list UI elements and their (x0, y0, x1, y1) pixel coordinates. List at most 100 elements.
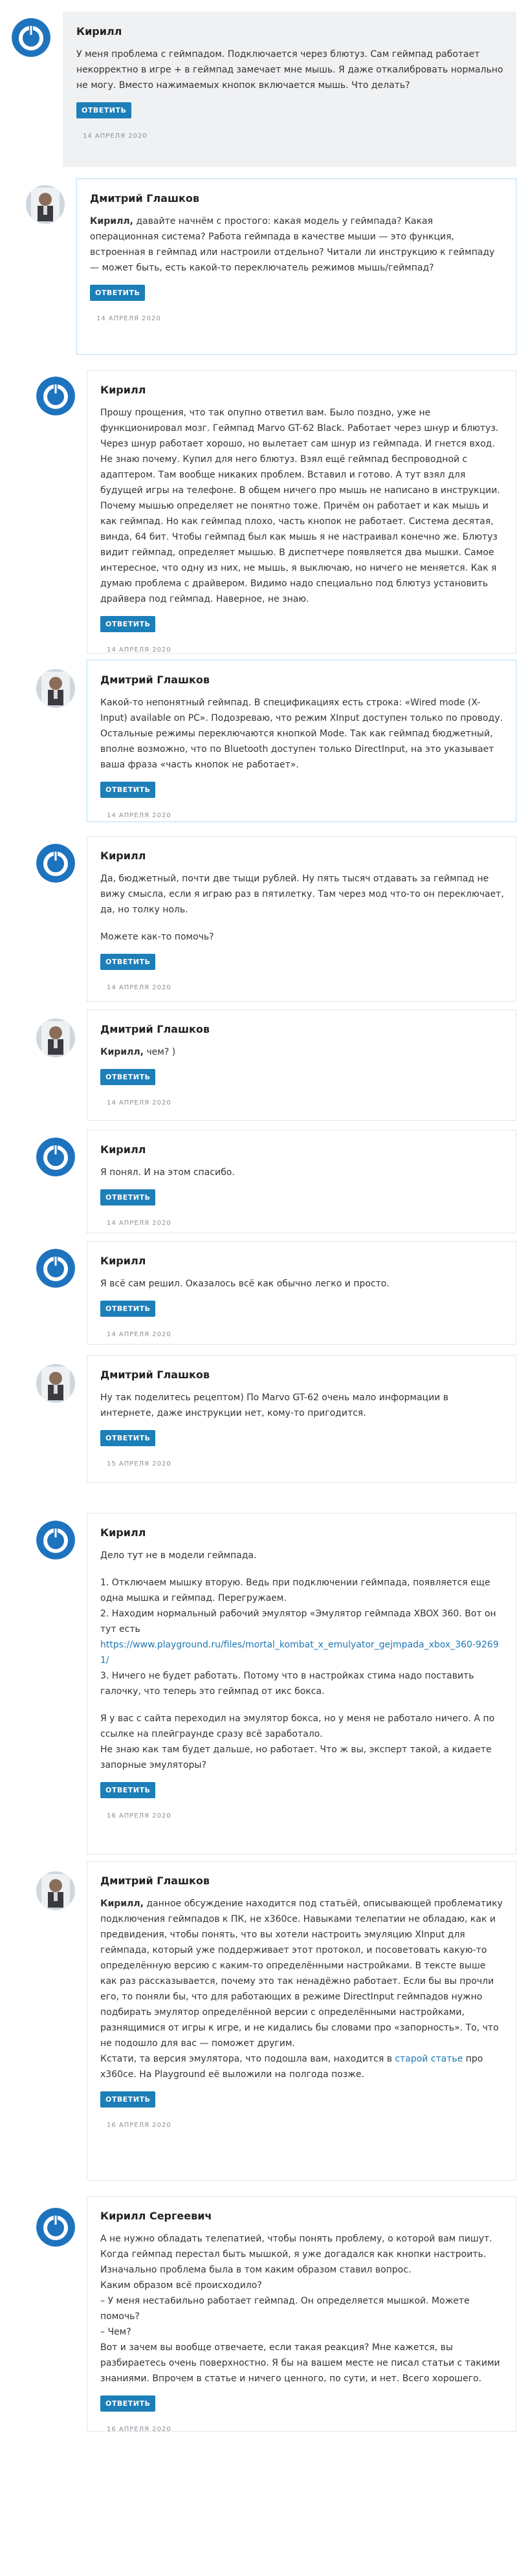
comment-card: Кирилл Дело тут не в модели геймпада. 1.… (87, 1513, 516, 1855)
comment-author: Дмитрий Глашков (100, 674, 210, 686)
comment-text: Ну так поделитесь рецептом) По Marvo GT-… (100, 1390, 504, 1421)
comment-paragraph: Я понял. И на этом спасибо. (100, 1167, 235, 1178)
comment-paragraph: Кирилл, давайте начнём с простого: какая… (90, 216, 495, 273)
author-photo-icon (36, 1018, 75, 1057)
comment: Кирилл Прошу прощения, что так опупно от… (0, 362, 528, 660)
comment-text: Кирилл, давайте начнём с простого: какая… (90, 214, 504, 276)
comment-paragraph: Кстати, та версия эмулятора, что подошла… (100, 2054, 483, 2080)
comment-date: 14 АПРЕЛЯ 2020 (107, 1220, 171, 1227)
comment-author: Дмитрий Глашков (100, 1875, 210, 1887)
avatar-dmitry (36, 1871, 75, 1910)
comment-text: Дело тут не в модели геймпада. 1. Отключ… (100, 1548, 504, 1773)
comment-paragraph: 2. Находим нормальный рабочий эмулятор «… (100, 1609, 496, 1635)
comment-date: 14 АПРЕЛЯ 2020 (96, 315, 161, 322)
comment-paragraph: 1. Отключаем мышку вторую. Ведь при подк… (100, 1578, 490, 1603)
comment-date: 14 АПРЕЛЯ 2020 (83, 133, 148, 140)
reply-button[interactable]: ОТВЕТИТЬ (100, 1301, 156, 1317)
avatar-dmitry (36, 1364, 75, 1403)
comment: Дмитрий Глашков Какой-то непонятный гейм… (0, 660, 528, 830)
comment-paragraph: У меня проблема с геймпадом. Подключаетс… (76, 49, 503, 91)
comment-card: Дмитрий Глашков Ну так поделитесь рецепт… (87, 1355, 516, 1483)
comment: Дмитрий Глашков Кирилл, давайте начнём с… (0, 172, 528, 362)
comment-card: Дмитрий Глашков Какой-то непонятный гейм… (87, 660, 516, 822)
comment-card: Кирилл У меня проблема с геймпадом. Подк… (63, 12, 516, 167)
avatar-dmitry (36, 669, 75, 708)
author-photo-icon (36, 1364, 75, 1403)
comment-author: Кирилл (100, 1526, 146, 1539)
comment-paragraph: А не нужно обладать телепатией, чтобы по… (100, 2234, 492, 2275)
comment-paragraph: Кирилл, чем? ) (100, 1047, 176, 1057)
comment-text: Прошу прощения, что так опупно ответил в… (100, 405, 504, 607)
playground-link[interactable]: https://www.playground.ru/files/mortal_k… (100, 1637, 504, 1668)
user-avatar-icon (12, 18, 50, 57)
comment: Дмитрий Глашков Кирилл, чем? ) ОТВЕТИТЬ … (0, 1009, 528, 1127)
user-avatar-icon (36, 844, 75, 883)
comment-text: Кирилл, чем? ) (100, 1044, 504, 1060)
avatar-kirill (36, 2208, 75, 2247)
comment-date: 14 АПРЕЛЯ 2020 (107, 812, 171, 819)
mention: Кирилл, (100, 1899, 144, 1909)
user-avatar-icon (36, 1249, 75, 1288)
comment-date: 14 АПРЕЛЯ 2020 (107, 984, 171, 991)
comment-text: Я понял. И на этом спасибо. (100, 1165, 504, 1180)
comment: Кирилл Я всё сам решил. Оказалось всё ка… (0, 1238, 528, 1355)
comment-card: Кирилл Да, бюджетный, почти две тыщи руб… (87, 836, 516, 1002)
reply-button[interactable]: ОТВЕТИТЬ (100, 1069, 156, 1085)
comment-author: Дмитрий Глашков (100, 1369, 210, 1381)
reply-button[interactable]: ОТВЕТИТЬ (100, 1782, 156, 1798)
author-photo-icon (36, 669, 75, 708)
comment: Кирилл Я понял. И на этом спасибо. ОТВЕТ… (0, 1127, 528, 1238)
comment-text: Да, бюджетный, почти две тыщи рублей. Ну… (100, 871, 504, 945)
comment-paragraph: Я всё сам решил. Оказалось всё как обычн… (100, 1279, 390, 1289)
reply-button[interactable]: ОТВЕТИТЬ (100, 954, 156, 970)
reply-button[interactable]: ОТВЕТИТЬ (90, 285, 146, 301)
comment-paragraph: – У меня неста6ильно работает геймпад. О… (100, 2296, 470, 2322)
comment-author: Кирилл (100, 384, 146, 396)
reply-button[interactable]: ОТВЕТИТЬ (100, 782, 156, 798)
avatar-kirill (36, 844, 75, 883)
comment-date: 16 АПРЕЛЯ 2020 (107, 2122, 171, 2129)
comment-paragraph: Прошу прощения, что так опупно ответил в… (100, 408, 500, 604)
comment-paragraph: Не знаю как там будет дальше, но работае… (100, 1745, 492, 1770)
comment: Кирилл У меня проблема с геймпадом. Подк… (0, 0, 528, 172)
comment-date: 15 АПРЕЛЯ 2020 (107, 1460, 171, 1468)
reply-button[interactable]: ОТВЕТИТЬ (100, 1189, 156, 1205)
avatar-dmitry (36, 1018, 75, 1057)
avatar-kirill (36, 1521, 75, 1559)
mention: Кирилл, (100, 1047, 144, 1057)
comment-paragraph: Дело тут не в модели геймпада. (100, 1550, 257, 1561)
comment: Кирилл Да, бюджетный, почти две тыщи руб… (0, 830, 528, 1009)
comment-card: Кирилл Я всё сам решил. Оказалось всё ка… (87, 1241, 516, 1345)
reply-button[interactable]: ОТВЕТИТЬ (76, 102, 132, 118)
comment: Дмитрий Глашков Ну так поделитесь рецепт… (0, 1355, 528, 1510)
reply-button[interactable]: ОТВЕТИТЬ (100, 2395, 156, 2412)
comment-thread: Кирилл У меня проблема с геймпадом. Подк… (0, 0, 528, 2441)
author-photo-icon (26, 185, 65, 224)
comment-author: Дмитрий Глашков (90, 192, 199, 204)
comment-card: Кирилл Сергеевич А не нужно обладать тел… (87, 2196, 516, 2433)
comment-paragraph: Да, бюджетный, почти две тыщи рублей. Ну… (100, 874, 504, 915)
reply-button[interactable]: ОТВЕТИТЬ (100, 616, 156, 632)
author-photo-icon (36, 1871, 75, 1910)
avatar-kirill (36, 377, 75, 415)
comment-author: Кирилл Сергеевич (100, 2210, 212, 2222)
comment-paragraph: Какой-то непонятный геймпад. В специфика… (100, 698, 503, 770)
reply-button[interactable]: ОТВЕТИТЬ (100, 2091, 156, 2108)
avatar-kirill (36, 1249, 75, 1288)
mention: Кирилл, (90, 216, 133, 226)
comment-date: 14 АПРЕЛЯ 2020 (107, 1099, 171, 1106)
user-avatar-icon (36, 1521, 75, 1559)
comment-author: Дмитрий Глашков (100, 1023, 210, 1035)
comment-card: Кирилл Я понял. И на этом спасибо. ОТВЕТ… (87, 1130, 516, 1233)
comment-paragraph: Я у вас с сайта переходил на эмулятор бо… (100, 1713, 495, 1739)
user-avatar-icon (36, 377, 75, 415)
reply-button[interactable]: ОТВЕТИТЬ (100, 1430, 156, 1446)
comment: Дмитрий Глашков Кирилл, данное обсуждени… (0, 1861, 528, 2194)
comment-text: Я всё сам решил. Оказалось всё как обычн… (100, 1276, 504, 1292)
comment-text: Кирилл, данное обсуждение находится под … (100, 1896, 504, 2082)
comment: Кирилл Дело тут не в модели геймпада. 1.… (0, 1510, 528, 1861)
old-article-link[interactable]: старой статье (395, 2054, 463, 2064)
comment-paragraph: Каким образом всё происходило? (100, 2280, 262, 2291)
avatar-kirill (36, 1138, 75, 1176)
comment-date: 14 АПРЕЛЯ 2020 (107, 646, 171, 654)
